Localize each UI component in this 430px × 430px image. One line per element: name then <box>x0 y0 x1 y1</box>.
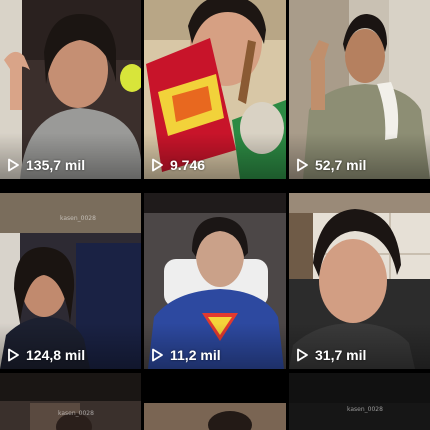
watermark: kasen_0028 <box>58 410 94 417</box>
play-outline-icon <box>8 348 19 362</box>
video-thumbnail <box>289 373 430 430</box>
view-count-label: 52,7 mil <box>315 157 367 173</box>
video-tile[interactable]: 11,2 mil <box>144 193 286 369</box>
video-tile[interactable]: kasen_0028 <box>289 373 430 430</box>
video-thumbnail <box>0 373 141 430</box>
play-outline-icon <box>297 158 308 172</box>
video-grid: 135,7 mil 9.746 52,7 mil kasen_0028 124,… <box>0 0 430 430</box>
view-count-label: 31,7 mil <box>315 347 367 363</box>
view-count-label: 11,2 mil <box>170 347 221 363</box>
video-tile[interactable]: 31,7 mil <box>289 193 430 369</box>
video-thumbnail <box>144 373 286 430</box>
view-count-label: 9.746 <box>170 157 206 173</box>
video-tile[interactable] <box>144 373 286 430</box>
video-tile[interactable]: kasen_0028 <box>0 373 141 430</box>
watermark: kasen_0028 <box>60 215 96 222</box>
video-tile[interactable]: 9.746 <box>144 0 286 179</box>
view-count: 135,7 mil <box>6 157 85 173</box>
view-count: 9.746 <box>150 157 205 173</box>
view-count-label: 135,7 mil <box>26 157 86 173</box>
view-count: 11,2 mil <box>150 347 221 363</box>
video-tile[interactable]: 52,7 mil <box>289 0 430 179</box>
play-outline-icon <box>152 348 163 362</box>
view-count: 31,7 mil <box>295 347 366 363</box>
video-tile[interactable]: kasen_0028 124,8 mil <box>0 193 141 369</box>
view-count-label: 124,8 mil <box>26 347 86 363</box>
watermark: kasen_0028 <box>347 406 383 413</box>
view-count: 52,7 mil <box>295 157 366 173</box>
play-outline-icon <box>8 158 19 172</box>
play-outline-icon <box>152 158 163 172</box>
play-outline-icon <box>297 348 308 362</box>
video-tile[interactable]: 135,7 mil <box>0 0 141 179</box>
view-count: 124,8 mil <box>6 347 85 363</box>
